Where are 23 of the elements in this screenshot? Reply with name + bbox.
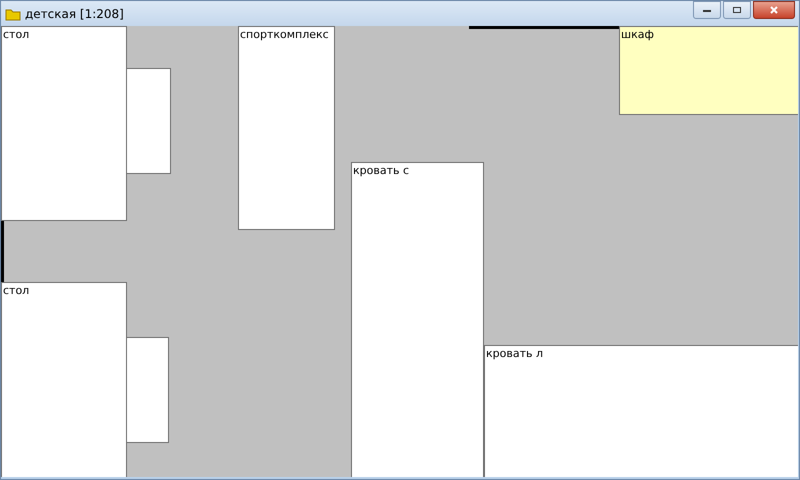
maximize-icon bbox=[732, 6, 742, 14]
minimize-button[interactable] bbox=[693, 1, 721, 19]
furniture-block[interactable]: спорткомплекс bbox=[238, 26, 335, 230]
folder-icon bbox=[5, 6, 21, 20]
furniture-label: стол bbox=[3, 284, 30, 297]
furniture-label: спорткомплекс bbox=[240, 28, 329, 41]
minimize-icon bbox=[702, 7, 712, 13]
furniture-block[interactable]: шкаф bbox=[619, 26, 798, 115]
wall-line bbox=[1, 221, 4, 282]
furniture-block[interactable] bbox=[126, 337, 169, 443]
furniture-label: кровать л bbox=[486, 347, 543, 360]
furniture-label: стол bbox=[3, 28, 30, 41]
close-icon bbox=[769, 6, 779, 14]
furniture-block[interactable]: стол bbox=[1, 26, 127, 221]
window-title: детская [1:208] bbox=[25, 6, 124, 20]
furniture-label: кровать с bbox=[353, 164, 410, 177]
furniture-block[interactable]: кровать л bbox=[484, 345, 798, 477]
maximize-button[interactable] bbox=[723, 1, 751, 19]
close-button[interactable] bbox=[753, 1, 795, 19]
furniture-block[interactable]: стол bbox=[1, 282, 127, 477]
furniture-block[interactable]: кровать с bbox=[351, 162, 484, 477]
furniture-block[interactable] bbox=[126, 68, 171, 174]
furniture-label: шкаф bbox=[621, 28, 654, 41]
